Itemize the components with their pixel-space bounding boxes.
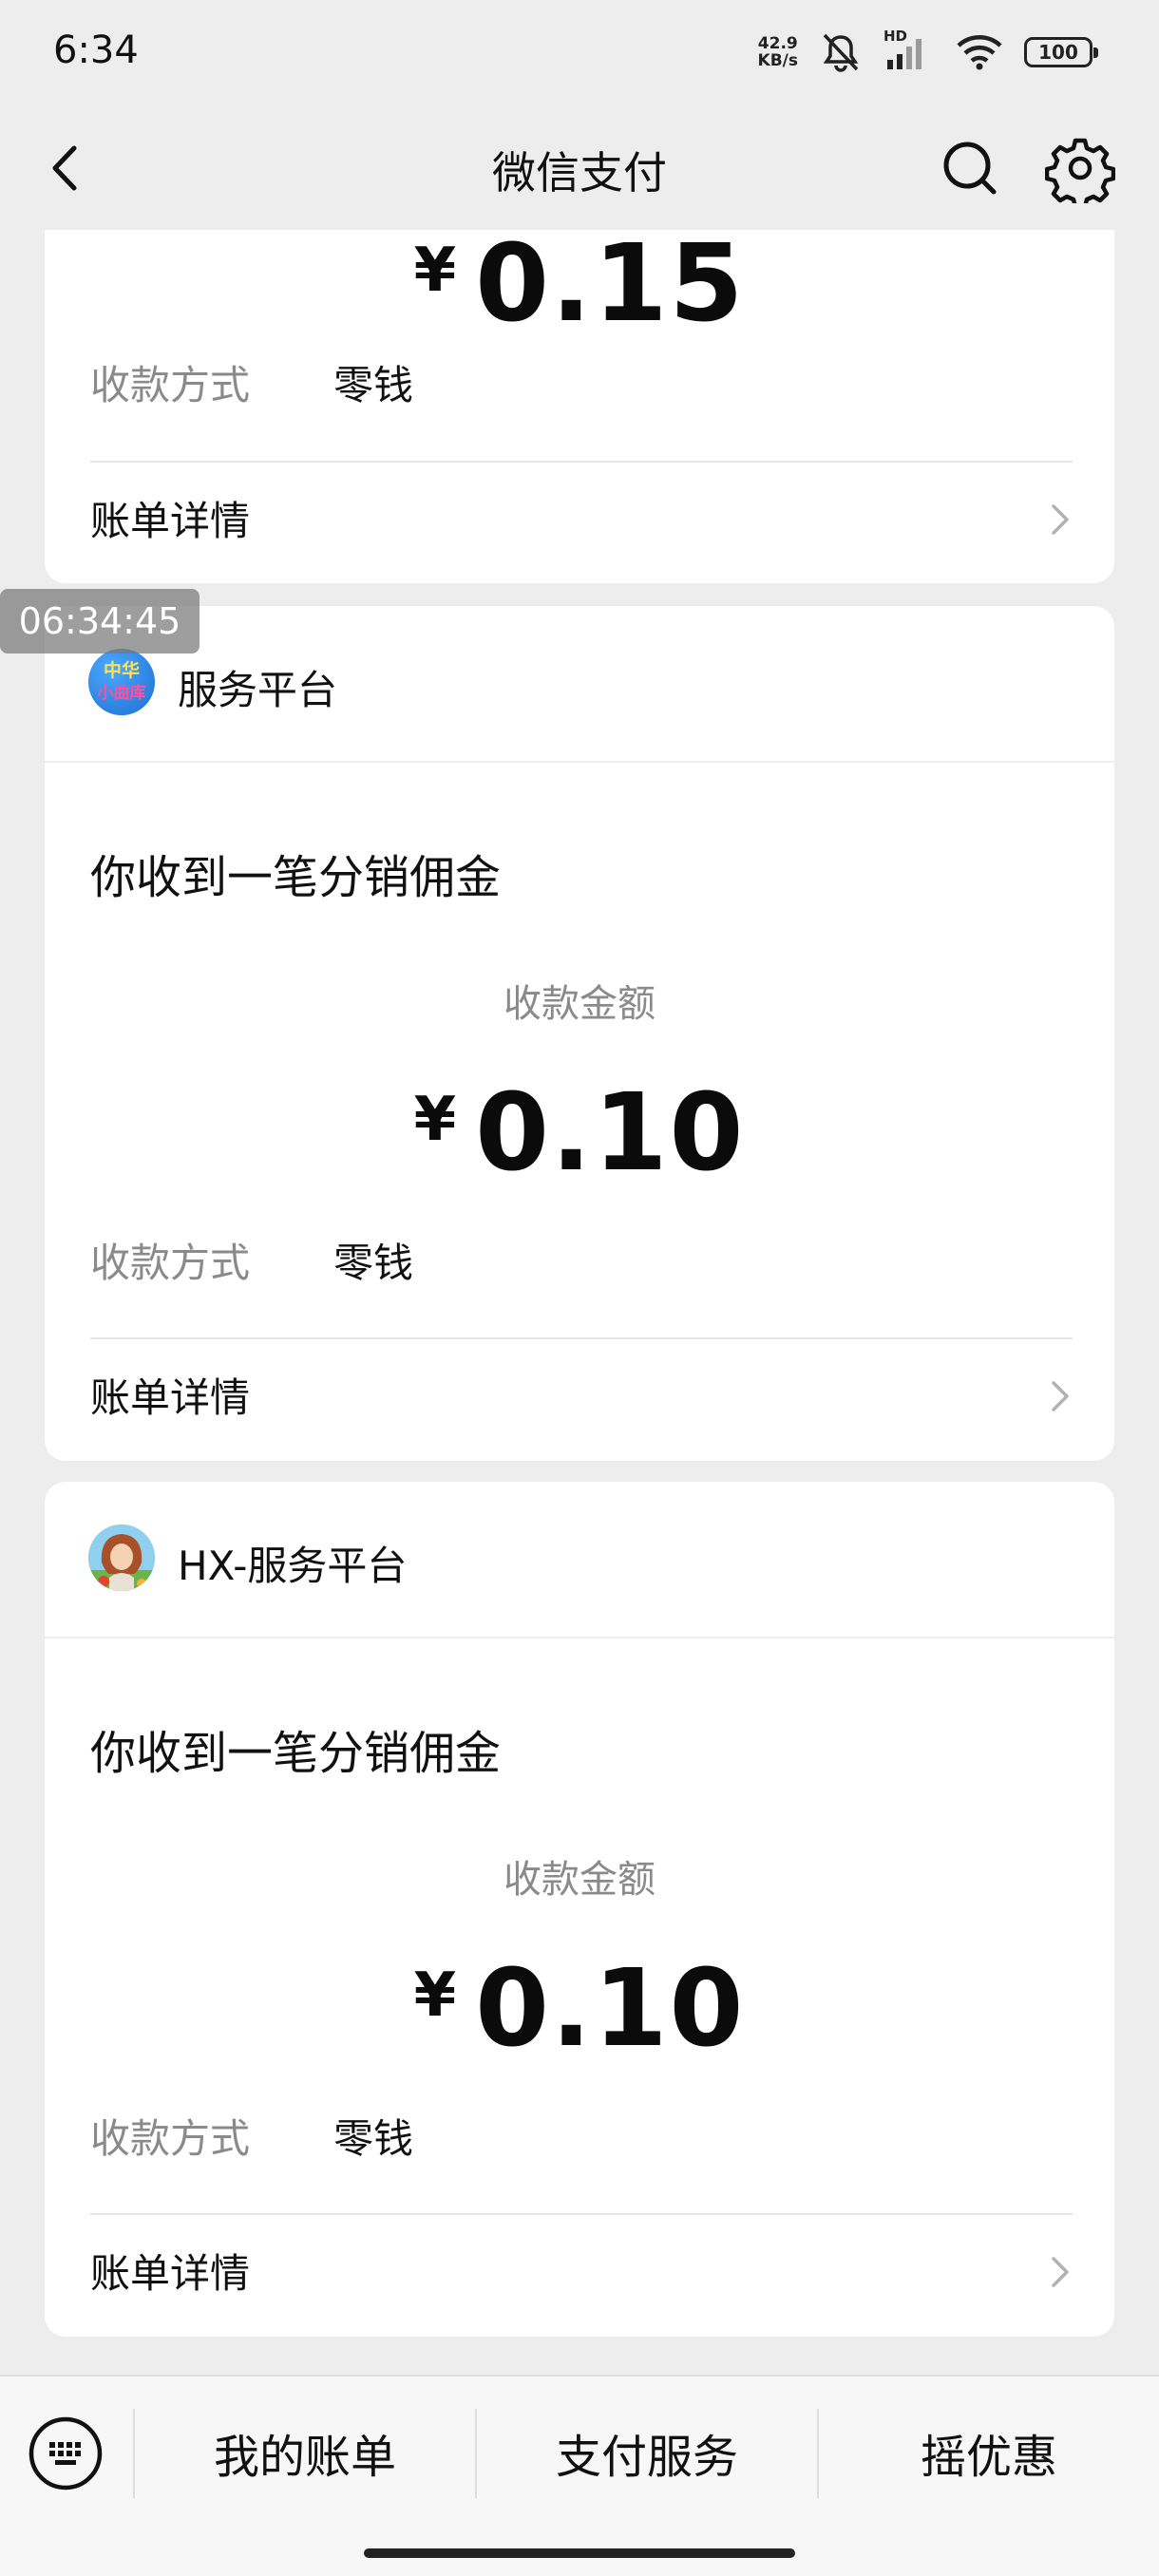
payment-card: HX-服务平台 你收到一笔分销佣金 收款金额 ¥0.10 收款方式 零钱 账单详… <box>45 1482 1114 2337</box>
settings-icon[interactable] <box>1045 133 1115 203</box>
mute-icon <box>823 33 859 72</box>
battery-level: 100 <box>1038 41 1078 64</box>
avatar-text-top: 中华 <box>103 660 140 681</box>
bottom-menu: 我的账单 支付服务 摇优惠 <box>0 2375 1159 2576</box>
bill-detail-row[interactable]: 账单详情 <box>45 463 1114 573</box>
net-speed-value: 42.9 <box>757 34 798 53</box>
amount: ¥0.10 <box>45 1071 1114 1195</box>
message-headline: 你收到一笔分销佣金 <box>90 1727 502 1780</box>
sender-name: HX-服务平台 <box>178 1543 408 1589</box>
bill-detail-label: 账单详情 <box>90 1374 251 1421</box>
status-bar: 6:34 42.9 KB/s HD 100 <box>0 0 1159 106</box>
status-icons: 42.9 KB/s HD 100 <box>758 28 1098 76</box>
avatar-portrait-icon <box>88 1525 155 1591</box>
signal-icon <box>887 39 922 69</box>
currency-symbol: ¥ <box>413 1085 457 1155</box>
pay-method-label: 收款方式 <box>90 1240 251 1286</box>
pay-method-label: 收款方式 <box>90 362 251 408</box>
sender-avatar <box>88 1525 155 1591</box>
amount-value: 0.15 <box>475 230 746 346</box>
sender-name: 服务平台 <box>178 667 338 713</box>
currency-symbol: ¥ <box>413 236 457 306</box>
keyboard-icon[interactable] <box>27 2415 104 2492</box>
nav-bar: 微信支付 <box>0 106 1159 230</box>
menu-payment-services[interactable]: 支付服务 <box>477 2424 817 2491</box>
card-header[interactable]: HX-服务平台 <box>45 1482 1114 1638</box>
card-header[interactable]: 中华 小曲库 服务平台 <box>45 606 1114 763</box>
avatar-text-bottom: 小曲库 <box>97 684 146 703</box>
battery-icon: 100 <box>1024 37 1098 67</box>
chevron-right-icon <box>1052 2257 1069 2287</box>
amount-value: 0.10 <box>475 1071 746 1195</box>
bill-detail-label: 账单详情 <box>90 2250 251 2297</box>
amount-label: 收款金额 <box>504 1858 656 1902</box>
net-speed-unit: KB/s <box>757 51 798 70</box>
wifi-icon <box>957 35 1002 70</box>
pay-method-label: 收款方式 <box>90 2115 251 2162</box>
amount-value: 0.10 <box>475 1947 746 2071</box>
bill-detail-row[interactable]: 账单详情 <box>45 1339 1114 1449</box>
status-time: 6:34 <box>53 28 139 72</box>
menu-my-bills[interactable]: 我的账单 <box>135 2424 475 2491</box>
pay-method-value: 零钱 <box>333 2115 414 2162</box>
payment-card: ¥0.15 收款方式 零钱 账单详情 <box>45 230 1114 583</box>
signal-group: HD <box>884 28 935 73</box>
amount-label: 收款金额 <box>504 982 656 1026</box>
payment-card: 中华 小曲库 服务平台 你收到一笔分销佣金 收款金额 ¥0.10 收款方式 零钱… <box>45 606 1114 1461</box>
currency-symbol: ¥ <box>413 1960 457 2031</box>
bill-detail-label: 账单详情 <box>90 498 251 544</box>
pay-method-value: 零钱 <box>333 362 414 408</box>
message-timestamp: 06:34:45 <box>0 589 200 653</box>
menu-shake-deals[interactable]: 摇优惠 <box>819 2424 1159 2491</box>
pay-method-value: 零钱 <box>333 1240 414 1286</box>
amount: ¥0.10 <box>45 1947 1114 2071</box>
bill-detail-row[interactable]: 账单详情 <box>45 2215 1114 2325</box>
amount: ¥0.15 <box>45 230 1114 346</box>
chevron-right-icon <box>1052 1381 1069 1411</box>
message-headline: 你收到一笔分销佣金 <box>90 851 502 904</box>
net-speed: 42.9 KB/s <box>758 35 798 69</box>
chevron-right-icon <box>1052 504 1069 535</box>
message-feed[interactable]: ¥0.15 收款方式 零钱 账单详情 中华 小曲库 服务平台 你收到一笔分销佣金… <box>0 230 1159 2375</box>
wechat-pay-screen: 6:34 42.9 KB/s HD 100 微信支付 ¥ 0.15 收款方式 零… <box>0 0 1159 2576</box>
sender-avatar: 中华 小曲库 <box>88 649 155 715</box>
home-indicator[interactable] <box>364 2548 795 2558</box>
search-icon[interactable] <box>935 133 1005 203</box>
